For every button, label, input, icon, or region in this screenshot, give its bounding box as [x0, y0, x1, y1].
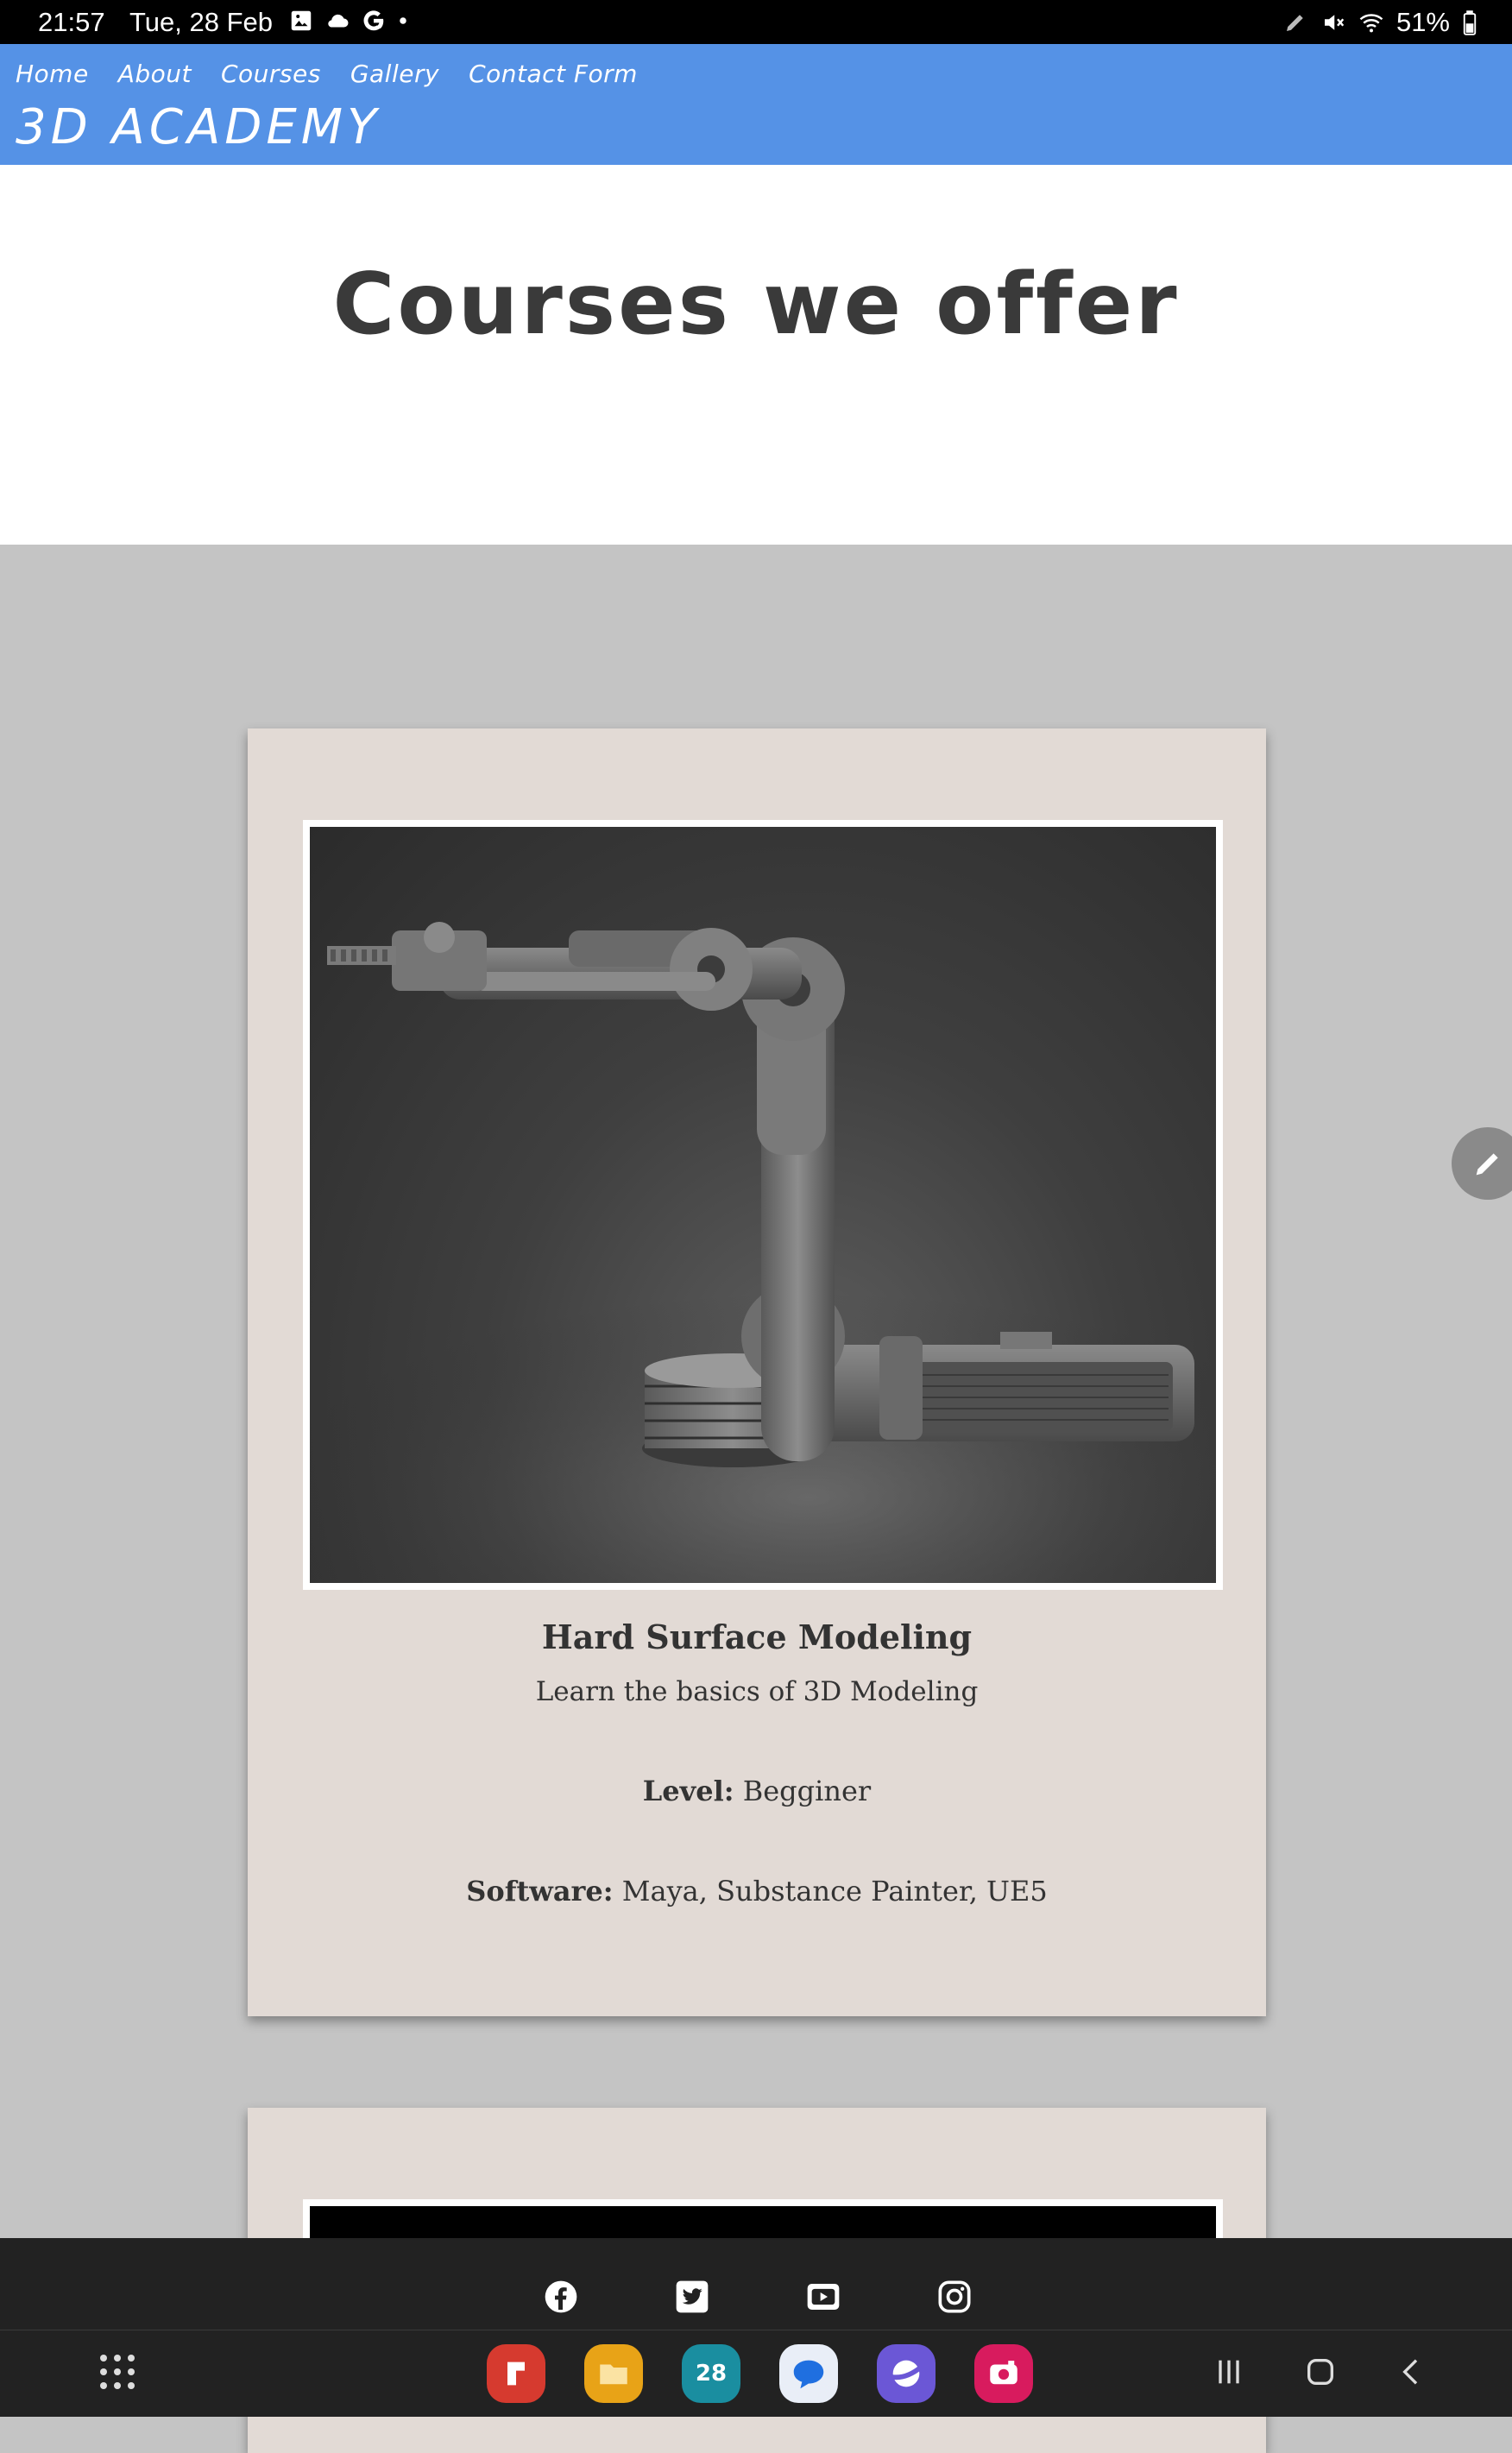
gallery-icon: [291, 10, 312, 31]
back-button[interactable]: [1395, 2355, 1429, 2389]
dot-icon: [400, 17, 406, 24]
android-nav-bar: 28: [0, 2330, 1512, 2417]
battery-percent: 51%: [1395, 7, 1450, 37]
messages-app-icon[interactable]: [779, 2344, 838, 2403]
site-footer: [0, 2238, 1512, 2330]
recents-button[interactable]: [1212, 2355, 1246, 2389]
level-label: Level:: [642, 1775, 734, 1807]
nav-about[interactable]: About: [118, 60, 192, 88]
edit-floating-button[interactable]: [1452, 1127, 1512, 1200]
course-card: Hard Surface Modeling Learn the basics o…: [248, 728, 1266, 2016]
course-image-frame: [303, 820, 1223, 1590]
nav-gallery[interactable]: Gallery: [350, 60, 439, 88]
twitter-icon[interactable]: [675, 2280, 709, 2314]
software-value: Maya, Substance Painter, UE5: [621, 1875, 1048, 1908]
course-level: Level: Begginer: [248, 1775, 1266, 1807]
home-button[interactable]: [1303, 2355, 1338, 2389]
files-app-icon[interactable]: [584, 2344, 643, 2403]
app-drawer-icon[interactable]: [97, 2351, 138, 2393]
flipboard-app-icon[interactable]: [487, 2344, 545, 2403]
pencil-icon: [1476, 1153, 1498, 1176]
hero-section: Courses we offer: [0, 165, 1512, 545]
mute-icon: [1324, 15, 1345, 30]
wifi-icon: [1359, 14, 1383, 33]
internet-app-icon[interactable]: [877, 2344, 936, 2403]
robotic-arm-render: [310, 922, 1216, 1583]
main-nav: Home About Courses Gallery Contact Form: [16, 60, 638, 88]
app-dock: 28: [487, 2344, 1033, 2403]
site-header: Home About Courses Gallery Contact Form …: [0, 44, 1512, 165]
calendar-app-icon[interactable]: 28: [682, 2344, 740, 2403]
status-time: 21:57: [38, 7, 105, 37]
notification-icons: [288, 8, 409, 34]
cloud-icon: [328, 14, 349, 28]
social-links: [544, 2280, 972, 2314]
google-icon: [363, 10, 384, 31]
nav-courses[interactable]: Courses: [221, 60, 321, 88]
status-bar: 21:57 Tue, 28 Feb 51%: [0, 0, 1512, 44]
facebook-icon[interactable]: [544, 2280, 578, 2314]
course-image: [310, 827, 1216, 1583]
camera-app-icon[interactable]: [974, 2344, 1033, 2403]
pen-icon: [1286, 15, 1303, 31]
battery-icon: [1463, 10, 1477, 35]
software-label: Software:: [466, 1875, 614, 1908]
course-software: Software: Maya, Substance Painter, UE5: [248, 1875, 1266, 1908]
course-subtitle: Learn the basics of 3D Modeling: [535, 1676, 979, 1707]
course-title: Hard Surface Modeling: [541, 1617, 973, 1656]
instagram-icon[interactable]: [937, 2280, 972, 2314]
level-value: Begginer: [742, 1775, 872, 1807]
nav-home[interactable]: Home: [16, 60, 89, 88]
page-title: Courses we offer: [332, 255, 1180, 354]
youtube-icon[interactable]: [806, 2280, 841, 2314]
site-logo[interactable]: 3D ACADEMY: [16, 99, 381, 155]
nav-contact-form[interactable]: Contact Form: [469, 60, 638, 88]
system-status-icons: 51%: [1282, 7, 1477, 38]
status-date: Tue, 28 Feb: [129, 7, 274, 37]
system-navigation: [1212, 2355, 1429, 2389]
